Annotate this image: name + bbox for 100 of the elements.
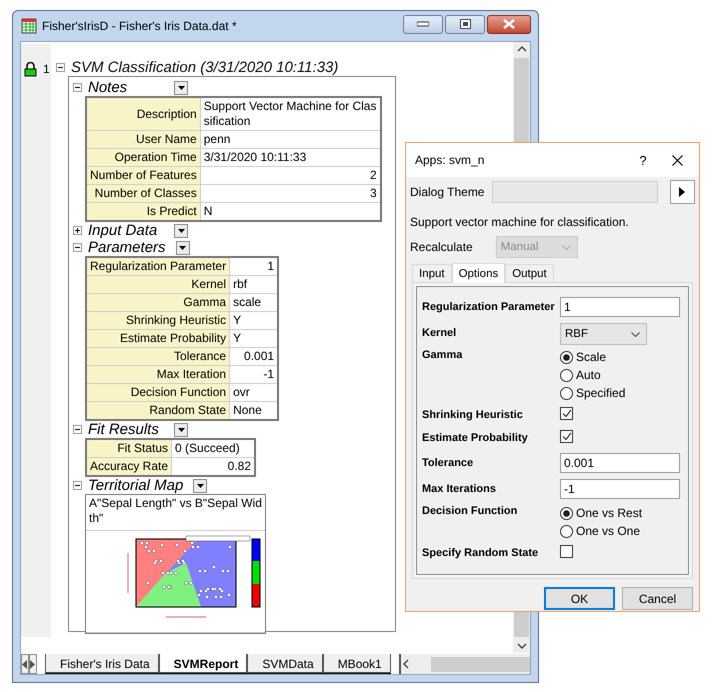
table-cell: 2 — [200, 166, 381, 184]
collapse-icon[interactable] — [73, 83, 82, 92]
sheet-tab[interactable]: SVMReport — [158, 654, 248, 673]
table-cell: 3 — [200, 184, 381, 202]
section-title: Parameters — [88, 239, 166, 256]
option-label: Specify Random State — [422, 546, 540, 561]
table-cell: rbf — [230, 276, 278, 294]
next-sheet-button[interactable] — [29, 654, 37, 674]
dialog-tab[interactable]: Output — [505, 264, 554, 282]
table-cell: Is Predict — [86, 202, 200, 221]
table-cell: Kernel — [86, 276, 230, 294]
section-title: Input Data — [88, 222, 158, 239]
radio-label: One vs One — [576, 524, 640, 538]
caret-icon — [178, 428, 184, 432]
checkbox[interactable] — [560, 545, 573, 558]
chevron-down-icon — [631, 332, 640, 336]
theme-field[interactable] — [492, 181, 658, 203]
section-title: Notes — [88, 79, 128, 96]
radio-button[interactable] — [560, 524, 573, 538]
dropdown-button[interactable] — [176, 240, 190, 254]
right-arrow-icon — [30, 660, 36, 668]
maximize-button[interactable] — [445, 14, 485, 34]
input-field[interactable]: 0.001 — [560, 453, 680, 473]
table-cell: ovr — [230, 384, 278, 402]
maximize-icon — [460, 19, 470, 29]
sheet-tab[interactable]: Fisher's Iris Data — [45, 654, 159, 673]
horizontal-scrollbar[interactable] — [398, 654, 530, 674]
table-cell: Shrinking Heuristic — [86, 312, 230, 330]
report-title: SVM Classification (3/31/2020 10:11:33) — [71, 58, 338, 76]
scroll-left-icon[interactable] — [400, 658, 411, 670]
dropdown-button[interactable] — [174, 80, 188, 94]
check-icon — [562, 432, 572, 441]
radio-button[interactable] — [560, 386, 573, 400]
field-label: Recalculate — [410, 240, 473, 254]
table-cell: Max Iteration — [86, 366, 230, 384]
field-label: Dialog Theme — [410, 185, 484, 199]
option-label: Gamma — [422, 348, 464, 363]
expand-icon[interactable] — [73, 226, 82, 235]
option-label: Max Iterations — [422, 482, 497, 497]
close-button[interactable] — [487, 14, 531, 34]
radio-label: Specified — [576, 386, 626, 400]
table-cell: Fit Status — [86, 439, 172, 458]
collapse-icon[interactable] — [73, 243, 82, 252]
table-cell: N — [200, 202, 381, 221]
table-cell: 1 — [230, 257, 278, 276]
collapse-icon[interactable] — [73, 425, 82, 434]
table-cell: Accuracy Rate — [86, 458, 172, 476]
checkbox[interactable] — [560, 407, 573, 420]
checkbox[interactable] — [560, 430, 573, 443]
table-cell: Regularization Parameter — [86, 257, 230, 276]
table-cell: Y — [230, 312, 278, 330]
sheet-tab[interactable]: SVMData — [247, 654, 323, 673]
theme-menu-button[interactable] — [670, 180, 695, 204]
play-icon — [679, 187, 686, 197]
dialog-description: Support vector machine for classification. — [409, 214, 630, 231]
close-icon[interactable] — [672, 154, 683, 166]
dialog-tab[interactable]: Options — [452, 263, 506, 283]
caret-icon — [178, 86, 184, 90]
minimize-icon — [417, 21, 429, 27]
caret-icon — [178, 228, 184, 232]
table-cell: Gamma — [86, 294, 230, 312]
table-cell: Description — [86, 97, 200, 130]
left-arrow-icon — [22, 660, 28, 668]
radio-button[interactable] — [560, 368, 573, 382]
dropdown-button[interactable] — [193, 478, 208, 492]
section-title: Fit Results — [88, 421, 160, 438]
lock-icon — [24, 62, 37, 77]
caret-icon — [196, 484, 204, 488]
table-cell: Number of Classes — [86, 184, 200, 202]
dialog-button[interactable]: Cancel — [622, 587, 693, 610]
radio-button[interactable] — [560, 350, 573, 364]
minimize-button[interactable] — [403, 14, 443, 34]
table-cell: penn — [200, 130, 381, 148]
option-label: Regularization Parameter — [422, 300, 556, 315]
kernel-select[interactable]: RBF — [560, 323, 647, 345]
table-cell: Decision Function — [86, 384, 230, 402]
table-cell: None — [230, 402, 278, 420]
dialog-button[interactable]: OK — [544, 587, 615, 610]
dropdown-button[interactable] — [174, 224, 188, 238]
table-cell: -1 — [230, 366, 278, 384]
table-cell: Random State — [86, 402, 230, 420]
help-button[interactable]: ? — [628, 152, 658, 168]
input-field[interactable]: -1 — [560, 479, 680, 499]
option-label: Decision Function — [422, 504, 518, 519]
report-index: 1 — [43, 62, 50, 76]
caret-icon — [179, 246, 186, 250]
radio-button[interactable] — [560, 506, 573, 520]
sheet-tab[interactable]: MBook1 — [322, 654, 391, 673]
chevron-down-icon — [562, 244, 571, 250]
table-cell: Operation Time — [86, 148, 200, 166]
collapse-icon[interactable] — [56, 62, 65, 72]
dropdown-button[interactable] — [174, 422, 188, 436]
table-cell: 0.82 — [172, 458, 256, 476]
check-icon — [562, 409, 572, 418]
section-title: Territorial Map — [88, 477, 184, 494]
input-field[interactable]: 1 — [560, 297, 680, 317]
dialog-tab[interactable]: Input — [412, 264, 452, 282]
collapse-icon[interactable] — [73, 481, 82, 490]
dialog-title: Apps: svm_n — [415, 153, 486, 167]
previous-sheet-button[interactable] — [21, 654, 29, 674]
